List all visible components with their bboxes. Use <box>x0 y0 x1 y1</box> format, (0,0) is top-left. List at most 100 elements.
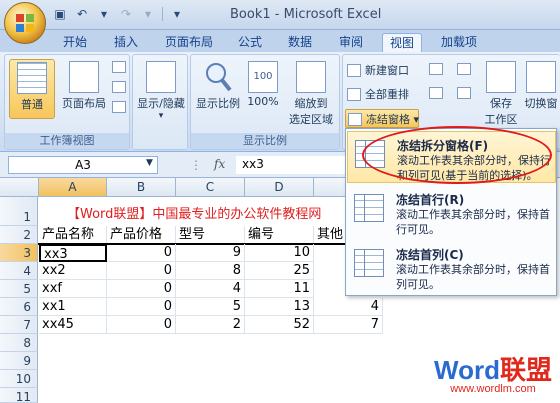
tab-review[interactable]: 审阅 <box>333 33 369 52</box>
page-break-preview-icon[interactable] <box>112 61 126 73</box>
table-cell[interactable]: 11 <box>245 280 314 298</box>
undo-dropdown-icon[interactable]: ▾ <box>96 6 112 22</box>
row-header-2[interactable]: 2 <box>0 226 38 244</box>
new-window-button[interactable]: 新建窗口 <box>345 61 409 80</box>
row-header-3[interactable]: 3 <box>0 244 38 262</box>
select-all-corner[interactable] <box>0 178 39 197</box>
table-cell[interactable]: 0 <box>107 244 176 262</box>
table-cell[interactable]: 0 <box>107 280 176 298</box>
page-layout-view-button[interactable]: 页面布局 <box>57 59 111 119</box>
zoom-to-selection-button[interactable]: 缩放到 选定区域 <box>283 59 339 126</box>
freeze-panes-icon <box>348 113 362 126</box>
menu-item-title: 冻结拆分窗格(F) <box>397 139 489 153</box>
group-zoom: 显示比例 100 100% 缩放到 选定区域 显示比例 <box>190 54 340 150</box>
table-cell[interactable]: 4 <box>176 280 245 298</box>
hide-window-icon[interactable] <box>429 87 443 99</box>
watermark-brand-word: Word <box>434 355 500 385</box>
tab-add-ins[interactable]: 加载项 <box>434 33 484 52</box>
zoom-button[interactable]: 显示比例 <box>193 59 243 119</box>
row-header-1[interactable]: 1 <box>0 197 38 226</box>
header-cell[interactable]: 产品名称 <box>39 226 107 244</box>
arrange-all-button[interactable]: 全部重排 <box>345 85 409 104</box>
row-header-7[interactable]: 7 <box>0 316 38 334</box>
row-header-11[interactable]: 11 <box>0 388 38 403</box>
zoom-100-button[interactable]: 100 100% <box>245 59 281 119</box>
table-cell[interactable]: 0 <box>107 316 176 334</box>
header-cell[interactable]: 产品价格 <box>107 226 176 244</box>
table-cell[interactable]: 2 <box>176 316 245 334</box>
redo-dropdown-icon[interactable]: ▾ <box>140 6 156 22</box>
table-cell[interactable]: 9 <box>176 244 245 262</box>
row-header-5[interactable]: 5 <box>0 280 38 298</box>
table-cell[interactable]: 5 <box>176 298 245 316</box>
column-header-a[interactable]: A <box>39 178 107 197</box>
redo-icon[interactable]: ↷ <box>118 6 134 22</box>
customize-qat-icon[interactable]: ▾ <box>169 6 185 22</box>
table-cell[interactable]: xx45 <box>39 316 107 334</box>
freeze-panes-button[interactable]: 冻结窗格 ▾ <box>345 109 419 128</box>
tab-insert[interactable]: 插入 <box>108 33 144 52</box>
table-cell[interactable]: 25 <box>245 262 314 280</box>
table-cell[interactable]: 13 <box>245 298 314 316</box>
show-hide-dropdown-icon: ▾ <box>158 111 164 121</box>
arrange-all-label: 全部重排 <box>365 88 409 101</box>
tab-page-layout[interactable]: 页面布局 <box>160 33 218 52</box>
row-header-9[interactable]: 9 <box>0 352 38 370</box>
show-hide-button[interactable]: 显示/隐藏 ▾ <box>135 59 187 121</box>
save-workspace-label-2: 工作区 <box>484 113 518 126</box>
split-icon[interactable] <box>429 63 443 75</box>
row-header-6[interactable]: 6 <box>0 298 38 316</box>
office-button[interactable] <box>4 2 46 44</box>
normal-view-button[interactable]: 普通 <box>9 59 55 119</box>
switch-windows-button[interactable]: 切换窗 <box>521 59 560 119</box>
save-icon[interactable]: ▣ <box>52 6 68 22</box>
table-cell[interactable]: 7 <box>314 316 383 334</box>
tab-data[interactable]: 数据 <box>282 33 318 52</box>
table-cell[interactable]: xx1 <box>39 298 107 316</box>
table-cell[interactable]: 0 <box>107 298 176 316</box>
menu-item-description: 滚动工作表其余部分时，保持行和列可见(基于当前的选择)。 <box>397 154 551 182</box>
table-cell[interactable]: 8 <box>176 262 245 280</box>
tab-formulas[interactable]: 公式 <box>232 33 268 52</box>
watermark-brand-cn: 联盟 <box>499 355 552 385</box>
insert-function-icon[interactable]: fx <box>214 157 225 171</box>
table-cell[interactable]: 4 <box>314 298 383 316</box>
full-screen-icon[interactable] <box>112 101 126 113</box>
header-cell[interactable]: 型号 <box>176 226 245 244</box>
header-cell[interactable]: 编号 <box>245 226 314 244</box>
save-workspace-label-1: 保存 <box>490 97 512 110</box>
sync-scrolling-icon[interactable] <box>457 87 471 99</box>
menu-item-description: 滚动工作表其余部分时，保持首行可见。 <box>396 208 550 236</box>
ribbon-tabs: 开始 插入 页面布局 公式 数据 审阅 视图 加载项 <box>0 30 560 52</box>
group-label-zoom: 显示比例 <box>191 133 339 149</box>
active-cell-a3[interactable]: xx3 <box>39 244 107 262</box>
freeze-panes-menu-icon <box>355 140 385 168</box>
tab-view[interactable]: 视图 <box>382 33 422 52</box>
tab-home[interactable]: 开始 <box>57 33 93 52</box>
column-header-d[interactable]: D <box>245 178 314 197</box>
custom-views-icon[interactable] <box>112 81 126 93</box>
menu-item-freeze-panes[interactable]: 冻结拆分窗格(F) 滚动工作表其余部分时，保持行和列可见(基于当前的选择)。 <box>347 131 556 183</box>
sheet-title-cell[interactable]: 【Word联盟】中国最专业的办公软件教程网 <box>39 203 359 226</box>
column-header-c[interactable]: C <box>176 178 245 197</box>
name-box[interactable]: A3 <box>8 156 158 174</box>
view-side-by-side-icon[interactable] <box>457 63 471 75</box>
table-cell[interactable]: 52 <box>245 316 314 334</box>
row-header-10[interactable]: 10 <box>0 370 38 388</box>
row-header-8[interactable]: 8 <box>0 334 38 352</box>
table-cell[interactable]: xx2 <box>39 262 107 280</box>
row-header-4[interactable]: 4 <box>0 262 38 280</box>
name-box-dropdown-icon[interactable]: ▼ <box>146 158 153 168</box>
table-cell[interactable]: 10 <box>245 244 314 262</box>
save-workspace-button[interactable]: 保存 工作区 <box>483 59 519 139</box>
menu-item-freeze-first-column[interactable]: 冻结首列(C) 滚动工作表其余部分时，保持首列可见。 <box>347 241 556 293</box>
zoom-100-icon: 100 <box>248 61 278 93</box>
menu-item-freeze-top-row[interactable]: 冻结首行(R) 滚动工作表其余部分时，保持首行可见。 <box>347 186 556 238</box>
undo-icon[interactable]: ↶ <box>74 6 90 22</box>
formula-input[interactable]: xx3 <box>236 156 356 174</box>
column-header-b[interactable]: B <box>107 178 176 197</box>
table-cell[interactable]: 0 <box>107 262 176 280</box>
zoom-to-selection-icon <box>296 61 326 93</box>
menu-item-title: 冻结首行(R) <box>396 193 465 207</box>
table-cell[interactable]: xxf <box>39 280 107 298</box>
